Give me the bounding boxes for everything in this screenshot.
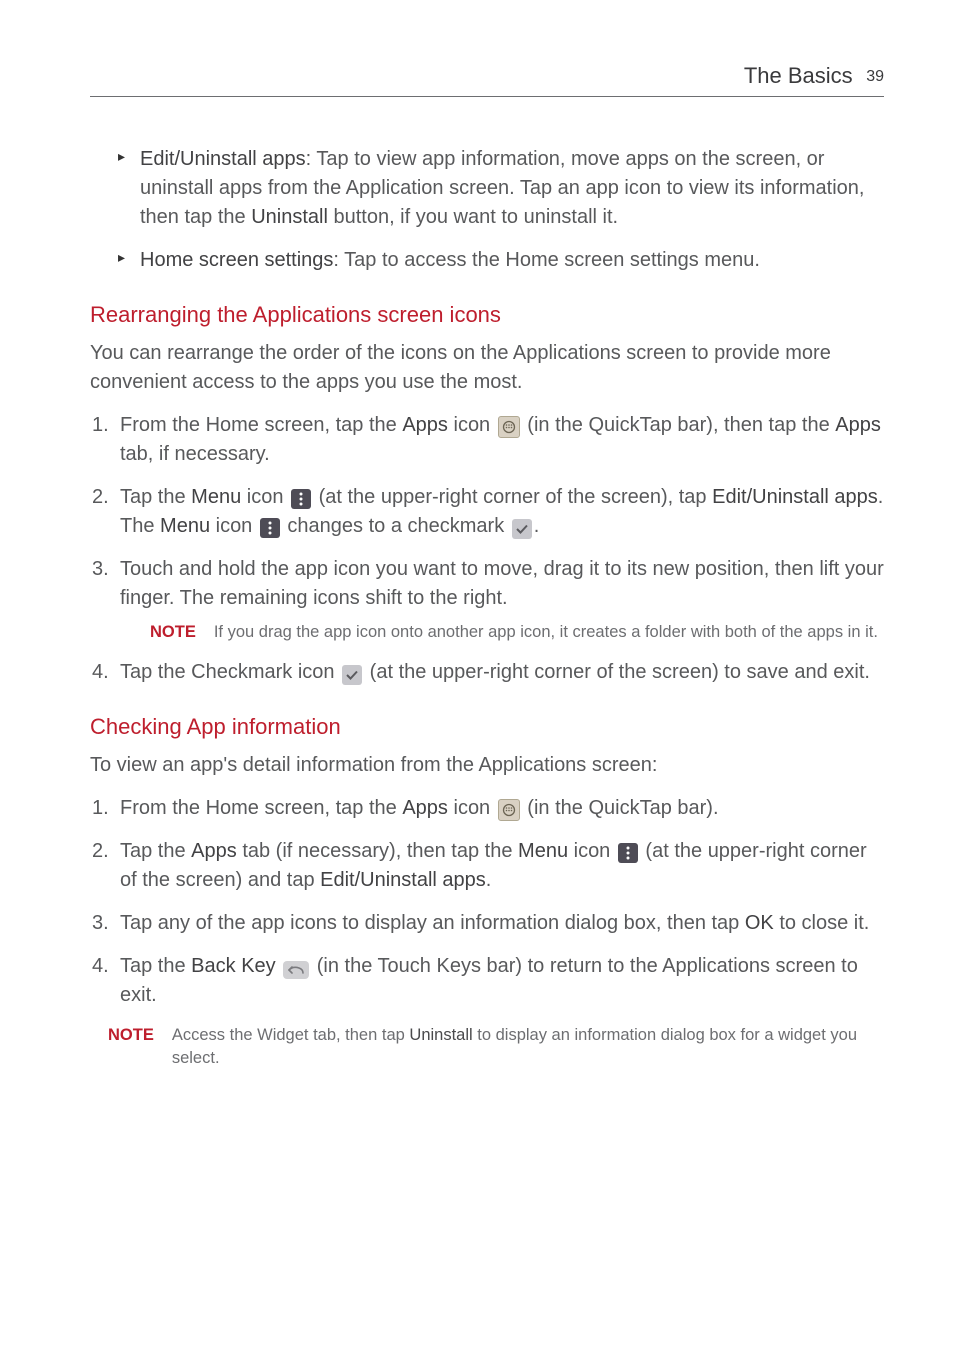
page: The Basics 39 Edit/Uninstall apps: Tap t…: [0, 0, 954, 1372]
step-1: 1. From the Home screen, tap the Apps ic…: [90, 794, 884, 823]
step-2: 2. Tap the Apps tab (if necessary), then…: [90, 837, 884, 895]
rearranging-steps: 1. From the Home screen, tap the Apps ic…: [90, 411, 884, 687]
checking-steps: 1. From the Home screen, tap the Apps ic…: [90, 794, 884, 1010]
checkmark-icon: [342, 665, 362, 685]
step-4: 4. Tap the Back Key (in the Touch Keys b…: [90, 952, 884, 1010]
bullet-home-settings: Home screen settings: Tap to access the …: [125, 246, 884, 275]
page-header: The Basics 39: [90, 60, 884, 97]
content: Edit/Uninstall apps: Tap to view app inf…: [90, 145, 884, 1070]
header-title: The Basics: [744, 63, 853, 88]
step-3: 3. Tap any of the app icons to display a…: [90, 909, 884, 938]
step-1: 1. From the Home screen, tap the Apps ic…: [90, 411, 884, 469]
apps-icon: [498, 416, 520, 438]
note-text: If you drag the app icon onto another ap…: [214, 621, 878, 644]
note-label: NOTE: [108, 1024, 172, 1070]
back-key-icon: [283, 961, 309, 979]
feature-list: Edit/Uninstall apps: Tap to view app inf…: [90, 145, 884, 275]
apps-icon: [498, 799, 520, 821]
bullet-edit-uninstall: Edit/Uninstall apps: Tap to view app inf…: [125, 145, 884, 232]
section-checking-intro: To view an app's detail information from…: [90, 751, 884, 780]
menu-icon: [260, 518, 280, 538]
section-rearranging-title: Rearranging the Applications screen icon…: [90, 299, 884, 331]
step-2: 2. Tap the Menu icon (at the upper-right…: [90, 483, 884, 541]
step-4: 4. Tap the Checkmark icon (at the upper-…: [90, 658, 884, 687]
page-number: 39: [866, 68, 884, 85]
section-rearranging-intro: You can rearrange the order of the icons…: [90, 339, 884, 397]
menu-icon: [618, 843, 638, 863]
step-3: 3. Touch and hold the app icon you want …: [90, 555, 884, 644]
note-label: NOTE: [150, 621, 214, 644]
note-block: NOTE Access the Widget tab, then tap Uni…: [90, 1024, 884, 1070]
section-checking-title: Checking App information: [90, 711, 884, 743]
note-text: Access the Widget tab, then tap Uninstal…: [172, 1024, 884, 1070]
note-block: NOTE If you drag the app icon onto anoth…: [120, 621, 884, 644]
menu-icon: [291, 489, 311, 509]
checkmark-icon: [512, 519, 532, 539]
